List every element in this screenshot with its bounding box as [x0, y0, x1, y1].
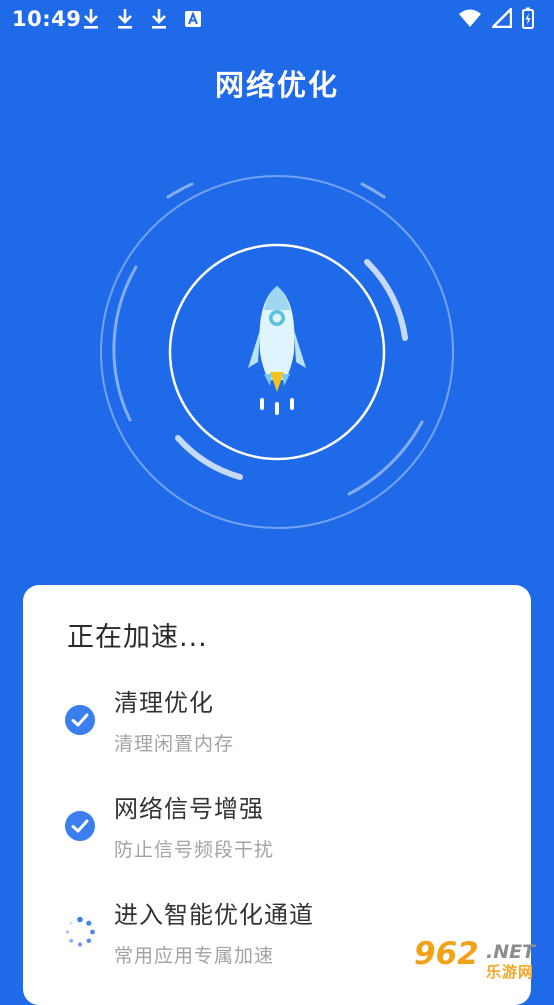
task-subtitle: 清理闲置内存 [114, 733, 235, 755]
status-time: 10:49 [12, 7, 82, 31]
spinner-icon [65, 916, 95, 947]
watermark-number: 962 [414, 936, 479, 972]
download-icon [152, 9, 166, 29]
task-subtitle: 常用应用专属加速 [114, 945, 275, 967]
text-a-icon [185, 11, 201, 27]
ring-arc [347, 420, 424, 496]
system-icons [458, 7, 534, 29]
wifi-icon [459, 9, 481, 27]
check-circle-icon [65, 705, 95, 735]
task-title: 网络信号增强 [114, 795, 264, 823]
ring-arc [112, 265, 138, 422]
task-subtitle: 防止信号频段干扰 [114, 839, 275, 861]
watermark-domain: .NET [486, 941, 536, 963]
download-icon [118, 9, 132, 29]
ring-arc [360, 182, 386, 199]
watermark-logo: 962 .NET 乐游网 [412, 936, 548, 981]
status-bar: 10:49 [0, 0, 554, 38]
check-circle-icon [65, 811, 95, 841]
rocket-animation [100, 175, 454, 529]
card-title: 正在加速... [67, 622, 208, 653]
watermark-name: 乐游网 [486, 963, 535, 981]
task-item-clean: 清理优化 清理闲置内存 [23, 683, 531, 783]
page-title: 网络优化 [214, 68, 339, 102]
task-title: 进入智能优化通道 [114, 901, 314, 929]
ring-arc-bright [175, 435, 243, 480]
signal-icon [492, 8, 512, 28]
ring-arc-bright [364, 259, 408, 341]
battery-charging-icon [522, 7, 534, 29]
task-title: 清理优化 [114, 689, 214, 717]
download-icon [84, 9, 98, 29]
rocket-icon [248, 286, 306, 415]
task-item-signal: 网络信号增强 防止信号频段干扰 [23, 789, 531, 889]
ring-arc [166, 182, 194, 199]
